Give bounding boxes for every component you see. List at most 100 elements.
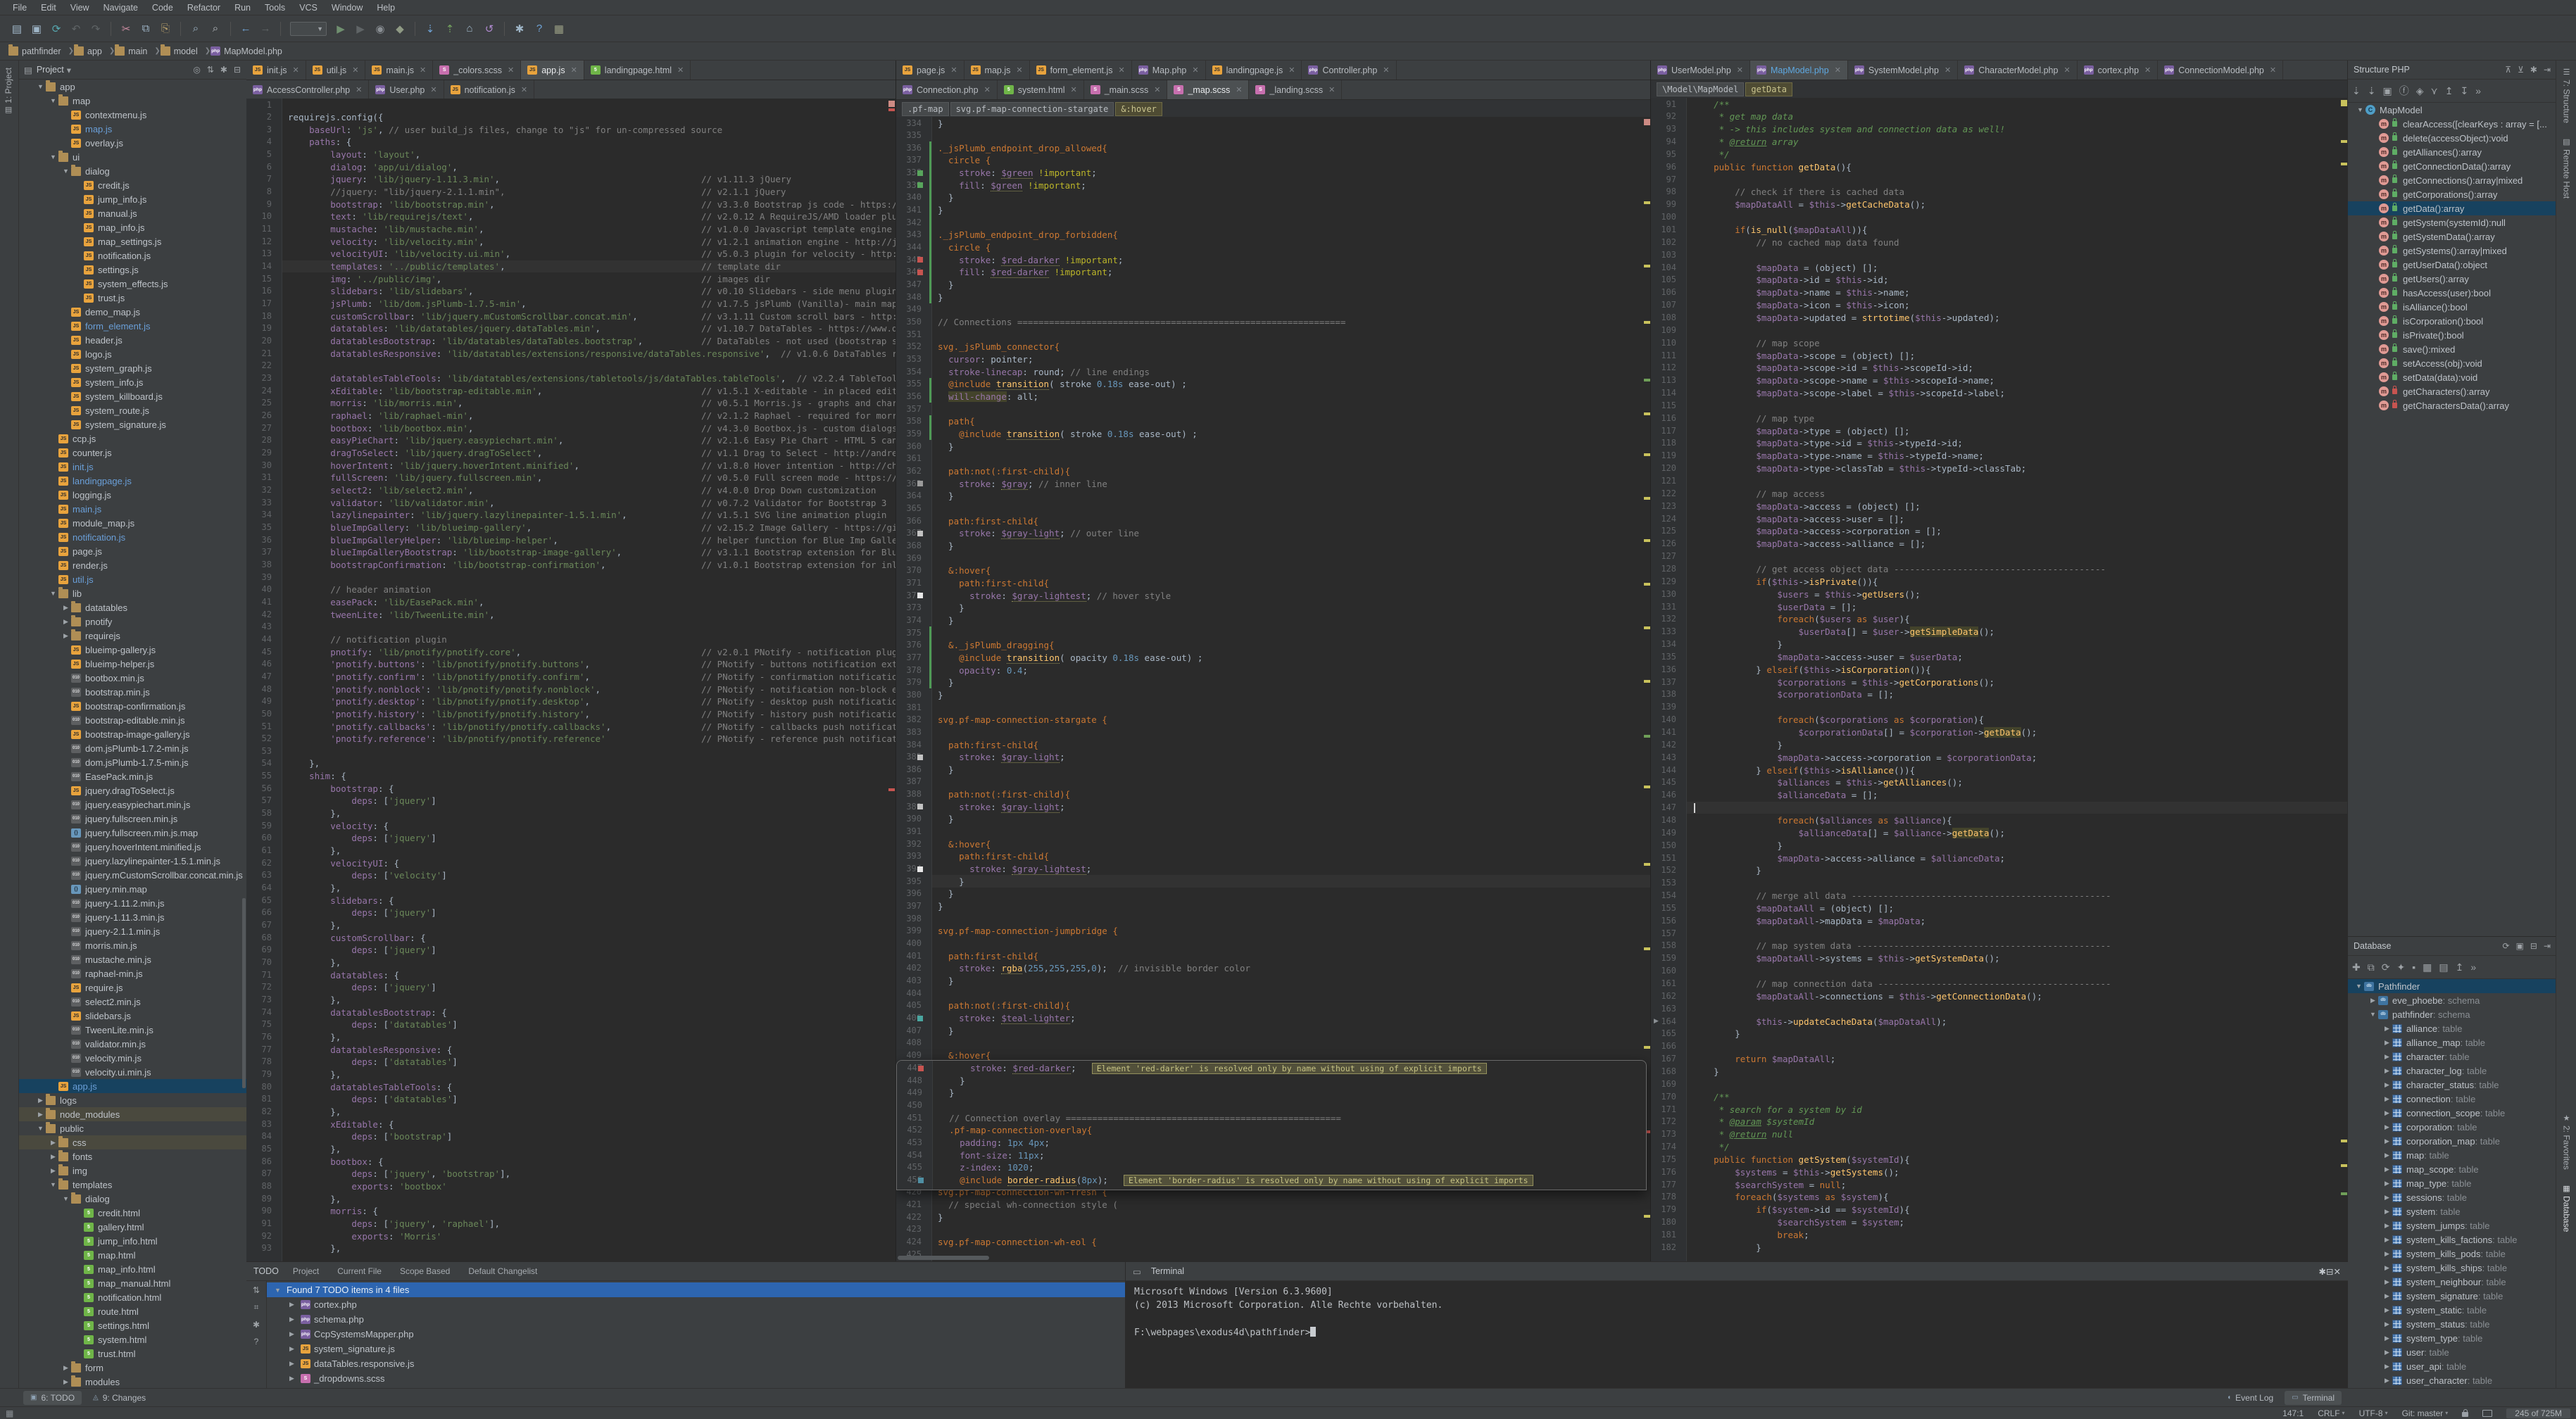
encoding[interactable]: UTF-8▾ <box>2359 1408 2388 1418</box>
database-toolbar-icon[interactable]: ▦ <box>2423 961 2432 973</box>
tab-AccessController-php[interactable]: phpAccessController.php✕ <box>246 80 369 99</box>
menu-refactor[interactable]: Refactor <box>180 3 227 13</box>
menu-code[interactable]: Code <box>145 3 180 13</box>
tab-close-icon[interactable]: ✕ <box>1944 65 1951 75</box>
tool-window-button-9-changes[interactable]: ◬9: Changes <box>86 1391 153 1405</box>
tree-item-templates[interactable]: ▼templates <box>18 1178 246 1192</box>
db-item-system_static[interactable]: ▶system_static: table <box>2348 1303 2556 1317</box>
structure-item-clearAccess-clearKeys-array-[interactable]: mclearAccess([clearKeys : array = [... <box>2348 117 2556 131</box>
caret-position[interactable]: 147:1 <box>2282 1408 2304 1418</box>
tree-item-jquery-mCustomScrollbar-concat-min-js[interactable]: 010jquery.mCustomScrollbar.concat.min.js <box>18 868 246 882</box>
tree-item-datatables[interactable]: ▶datatables <box>18 600 246 614</box>
menu-help[interactable]: Help <box>370 3 402 13</box>
db-item-corporation[interactable]: ▶corporation: table <box>2348 1120 2556 1134</box>
structure-class-row[interactable]: ▼CMapModel <box>2348 103 2556 117</box>
tool-window-button-remote-host[interactable]: ▤Remote Host <box>2562 137 2572 198</box>
editor-code[interactable]: /** * get map data * -> this includes sy… <box>1687 98 2348 1261</box>
db-item-character_log[interactable]: ▶character_log: table <box>2348 1064 2556 1078</box>
tree-item-jquery-easypiechart-min-js[interactable]: 010jquery.easypiechart.min.js <box>18 797 246 812</box>
tree-item-system_graph-js[interactable]: JSsystem_graph.js <box>18 361 246 375</box>
terminal-prompt[interactable]: F:\webpages\exodus4d\pathfinder> <box>1134 1327 2348 1340</box>
tree-item-system_signature-js[interactable]: JSsystem_signature.js <box>18 417 246 431</box>
tree-item-system_route-js[interactable]: JSsystem_route.js <box>18 403 246 417</box>
todo-rail-icon[interactable]: ✱ <box>253 1320 260 1330</box>
tab-close-icon[interactable]: ✕ <box>356 85 362 94</box>
tree-item-lib[interactable]: ▼lib <box>18 586 246 600</box>
tree-item-logs[interactable]: ▶logs <box>18 1093 246 1107</box>
structure-item-getCharactersData-array[interactable]: mgetCharactersData():array <box>2348 398 2556 412</box>
tool-window-button-2-favorites[interactable]: ★2: Favorites <box>2562 1114 2572 1170</box>
todo-file-cortex-php[interactable]: ▶phpcortex.php <box>267 1297 1125 1312</box>
tree-item-ccp-js[interactable]: JSccp.js <box>18 431 246 446</box>
tab-_main-scss[interactable]: S_main.scss✕ <box>1084 80 1168 99</box>
search-everywhere-icon[interactable]: ✱ <box>510 20 529 37</box>
project-header-icon[interactable]: ◎ <box>193 65 200 75</box>
tool-window-button-terminal[interactable]: ▭Terminal <box>2285 1391 2342 1405</box>
todo-summary-row[interactable]: ▼Found 7 TODO items in 4 files <box>267 1282 1125 1297</box>
tab-User-php[interactable]: phpUser.php✕ <box>369 80 444 99</box>
db-item-character[interactable]: ▶character: table <box>2348 1049 2556 1064</box>
tree-item-mustache-min-js[interactable]: 010mustache.min.js <box>18 952 246 966</box>
structure-item-getAlliances-array[interactable]: mgetAlliances():array <box>2348 145 2556 159</box>
structure-toolbar-icon[interactable]: ◈ <box>2416 85 2424 97</box>
tab-ConnectionModel-php[interactable]: phpConnectionModel.php✕ <box>2158 61 2283 80</box>
tree-item-map[interactable]: ▼map <box>18 94 246 108</box>
tree-item-main-js[interactable]: JSmain.js <box>18 502 246 516</box>
tab-util-js[interactable]: JSutil.js✕ <box>306 61 366 80</box>
tab-Controller-php[interactable]: phpController.php✕ <box>1302 61 1396 80</box>
structure-item-getSystemData-array[interactable]: mgetSystemData():array <box>2348 229 2556 244</box>
structure-item-getCharacters-array[interactable]: mgetCharacters():array <box>2348 384 2556 398</box>
tree-item-jquery-fullscreen-min-js[interactable]: 010jquery.fullscreen.min.js <box>18 812 246 826</box>
tab-close-icon[interactable]: ✕ <box>1070 85 1076 94</box>
tool-window-button-database[interactable]: ▦Database <box>2562 1184 2572 1232</box>
tree-item-jquery-hoverIntent-minified-js[interactable]: 010jquery.hoverIntent.minified.js <box>18 840 246 854</box>
run-config-dropdown[interactable]: ▼ <box>290 22 327 36</box>
run-icon[interactable]: ▶ <box>332 20 350 37</box>
profile-icon[interactable]: ◆ <box>391 20 409 37</box>
structure-header-icon[interactable]: ⇥ <box>2544 65 2551 75</box>
project-scrollbar[interactable] <box>242 898 246 1088</box>
tab-main-js[interactable]: JSmain.js✕ <box>365 61 433 80</box>
tree-item-css[interactable]: ▶css <box>18 1135 246 1149</box>
tree-item-system_info-js[interactable]: JSsystem_info.js <box>18 375 246 389</box>
tab-close-icon[interactable]: ✕ <box>950 65 957 75</box>
rollback-icon[interactable]: ↺ <box>480 20 498 37</box>
tab-close-icon[interactable]: ✕ <box>984 85 991 94</box>
structure-toolbar-icon[interactable]: ⇣ <box>2352 85 2361 97</box>
project-header-icon[interactable]: ⇅ <box>207 65 214 75</box>
context-token[interactable]: &:hover <box>1115 102 1162 116</box>
tree-item-pnotify[interactable]: ▶pnotify <box>18 614 246 629</box>
database-toolbar-icon[interactable]: ▪ <box>2412 961 2415 973</box>
breadcrumb-item[interactable]: phpMapModel.php <box>211 46 282 56</box>
tree-item-jquery-fullscreen-min-js-map[interactable]: {}jquery.fullscreen.min.js.map <box>18 826 246 840</box>
tab-CharacterModel-php[interactable]: phpCharacterModel.php✕ <box>1958 61 2077 80</box>
tree-item-slidebars-js[interactable]: JSslidebars.js <box>18 1009 246 1023</box>
tree-item-trust-html[interactable]: 5trust.html <box>18 1347 246 1361</box>
vcs-update-icon[interactable]: ⇣ <box>421 20 439 37</box>
tab-close-icon[interactable]: ✕ <box>430 85 436 94</box>
tree-item-demo_map-js[interactable]: JSdemo_map.js <box>18 305 246 319</box>
copy-icon[interactable]: ⧉ <box>137 20 155 37</box>
context-token[interactable]: \Model\MapModel <box>1657 82 1744 96</box>
tree-item-requirejs[interactable]: ▶requirejs <box>18 629 246 643</box>
breadcrumb-item[interactable]: model <box>161 46 198 56</box>
tree-item-util-js[interactable]: JSutil.js <box>18 572 246 586</box>
open-icon[interactable]: ▤ <box>8 20 26 37</box>
db-item-connection_scope[interactable]: ▶connection_scope: table <box>2348 1106 2556 1120</box>
tree-item-require-js[interactable]: JSrequire.js <box>18 980 246 995</box>
db-item-system_signature[interactable]: ▶system_signature: table <box>2348 1289 2556 1303</box>
db-item-sessions[interactable]: ▶sessions: table <box>2348 1190 2556 1204</box>
todo-file-_dropdowns-scss[interactable]: ▶S_dropdowns.scss <box>267 1371 1125 1386</box>
tab-page-js[interactable]: JSpage.js✕ <box>896 61 965 80</box>
tree-item-map_info-html[interactable]: 5map_info.html <box>18 1262 246 1276</box>
line-separator[interactable]: CRLF▾ <box>2318 1408 2344 1418</box>
tree-item-bootstrap-editable-min-js[interactable]: 010bootstrap-editable.min.js <box>18 713 246 727</box>
terminal-header-icon[interactable]: ✕ <box>2334 1267 2341 1277</box>
db-item-eve_phoebe[interactable]: ▶dbeve_phoebe: schema <box>2348 993 2556 1007</box>
menu-navigate[interactable]: Navigate <box>96 3 145 13</box>
tab-notification-js[interactable]: JSnotification.js✕ <box>444 80 534 99</box>
redo-icon[interactable]: ↷ <box>87 20 105 37</box>
todo-tab-project[interactable]: Project <box>289 1265 323 1278</box>
tree-item-jquery-1-11-3-min-js[interactable]: 010jquery-1.11.3.min.js <box>18 910 246 924</box>
tree-item-trust-js[interactable]: JStrust.js <box>18 291 246 305</box>
